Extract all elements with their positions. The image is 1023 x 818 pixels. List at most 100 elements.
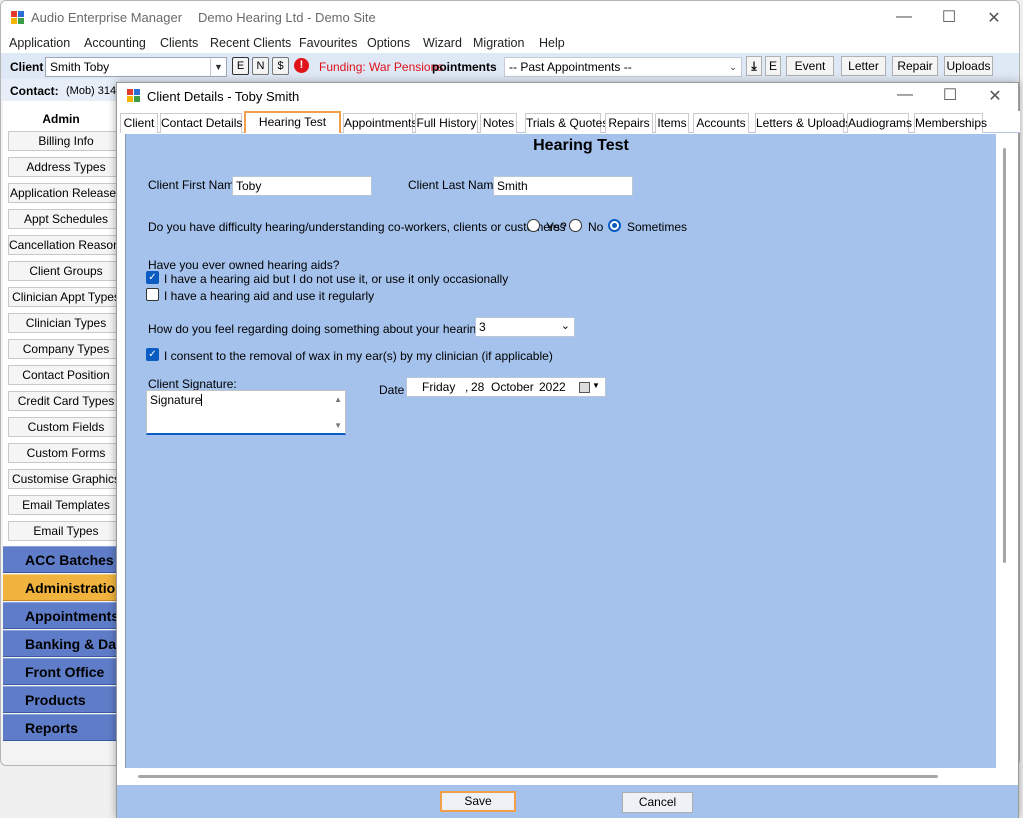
cancel-button[interactable]: Cancel	[622, 792, 693, 813]
q-feel-select[interactable]: 3 ⌄	[475, 317, 575, 337]
sidebar-item-email-templates[interactable]: Email Templates	[8, 495, 124, 515]
signature-field[interactable]: Signature ▲ ▼	[146, 390, 346, 435]
sidebar-item-cancellation-reasons[interactable]: Cancellation Reasons	[8, 235, 124, 255]
uploads-button[interactable]: Uploads	[944, 56, 993, 76]
client-label: Client	[10, 60, 44, 74]
consent-label: I consent to the removal of wax in my ea…	[164, 349, 553, 363]
first-name-field[interactable]: Toby	[232, 176, 372, 196]
q-difficulty-yes-radio[interactable]	[527, 219, 540, 232]
tab-contact-details[interactable]: Contact Details	[160, 113, 242, 133]
tab-notes[interactable]: Notes	[480, 113, 517, 133]
signature-label: Client Signature:	[148, 377, 237, 391]
save-button[interactable]: Save	[440, 791, 516, 812]
tab-client[interactable]: Client	[120, 113, 158, 133]
consent-checkbox[interactable]: ✓	[146, 348, 159, 361]
nav-reports[interactable]: Reports	[3, 714, 121, 741]
client-select[interactable]: Smith Toby ▼	[45, 57, 227, 77]
client-select-value: Smith Toby	[50, 60, 110, 74]
sidebar-item-appt-schedules[interactable]: Appt Schedules	[8, 209, 124, 229]
vertical-scrollbar[interactable]	[996, 134, 1014, 768]
client-dollar-button[interactable]: $	[272, 57, 289, 75]
sidebar-item-address-types[interactable]: Address Types	[8, 157, 124, 177]
sidebar-item-client-groups[interactable]: Client Groups	[8, 261, 124, 281]
minimize-icon[interactable]: —	[889, 8, 919, 26]
tab-full-history[interactable]: Full History	[415, 113, 478, 133]
last-name-field[interactable]: Smith	[493, 176, 633, 196]
menu-help[interactable]: Help	[539, 36, 565, 50]
last-name-label: Client Last Name	[408, 178, 501, 192]
dialog-app-icon	[127, 89, 141, 103]
sidebar-item-application-releases[interactable]: Application Releases	[8, 183, 124, 203]
tab-letters-uploads[interactable]: Letters & Uploads	[755, 113, 851, 133]
client-n-button[interactable]: N	[252, 57, 269, 75]
q-owned-label: Have you ever owned hearing aids?	[148, 258, 340, 272]
nav-appointments[interactable]: Appointments	[3, 602, 121, 629]
q-owned-opt1-label: I have a hearing aid but I do not use it…	[164, 272, 509, 286]
nav-banking-daily[interactable]: Banking & Daily	[3, 630, 121, 657]
menu-favourites[interactable]: Favourites	[299, 36, 357, 50]
funding-text: Funding: War Pensions	[319, 60, 444, 74]
nav-administration[interactable]: Administration	[3, 574, 121, 601]
chevron-down-icon[interactable]: ▼	[592, 381, 600, 390]
q-owned-opt2-checkbox[interactable]	[146, 288, 159, 301]
download-icon[interactable]: ⤓	[746, 56, 762, 76]
menu-options[interactable]: Options	[367, 36, 410, 50]
toolbar-e-button[interactable]: E	[765, 56, 781, 76]
menu-migration[interactable]: Migration	[473, 36, 524, 50]
sidebar-item-company-types[interactable]: Company Types	[8, 339, 124, 359]
scroll-down-icon[interactable]: ▼	[334, 421, 342, 430]
date-picker[interactable]: Friday , 28 October 2022 ▼	[406, 377, 606, 397]
repair-button[interactable]: Repair	[892, 56, 938, 76]
calendar-icon[interactable]	[579, 382, 590, 393]
tab-accounts[interactable]: Accounts	[693, 113, 749, 133]
tab-trials-quotes[interactable]: Trials & Quotes	[525, 113, 608, 133]
sidebar-item-clinician-types[interactable]: Clinician Types	[8, 313, 124, 333]
tab-audiograms[interactable]: Audiograms	[847, 113, 912, 133]
sidebar-item-custom-forms[interactable]: Custom Forms	[8, 443, 124, 463]
sidebar-item-billing-info[interactable]: Billing Info	[8, 131, 124, 151]
menu-clients[interactable]: Clients	[160, 36, 198, 50]
date-separator: ,	[465, 380, 469, 394]
maximize-icon[interactable]: ☐	[935, 85, 965, 105]
sidebar-item-credit-card-types[interactable]: Credit Card Types	[8, 391, 124, 411]
q-difficulty-no-radio[interactable]	[569, 219, 582, 232]
scroll-up-icon[interactable]: ▲	[334, 395, 342, 404]
chevron-down-icon[interactable]: ▼	[210, 58, 226, 76]
close-icon[interactable]: ✕	[980, 86, 1010, 106]
tab-repairs[interactable]: Repairs	[605, 113, 653, 133]
menu-accounting[interactable]: Accounting	[84, 36, 146, 50]
client-e-button[interactable]: E	[232, 57, 249, 75]
tab-appointments[interactable]: Appointments	[343, 113, 417, 133]
q-owned-opt1-checkbox[interactable]: ✓	[146, 271, 159, 284]
menu-wizard[interactable]: Wizard	[423, 36, 462, 50]
nav-acc-batches[interactable]: ACC Batches	[3, 546, 121, 573]
chevron-down-icon[interactable]: ⌄	[725, 58, 741, 76]
close-icon[interactable]: ✕	[979, 8, 1009, 28]
vertical-scroll-thumb[interactable]	[1003, 148, 1006, 563]
sidebar-item-email-types[interactable]: Email Types	[8, 521, 124, 541]
nav-front-office[interactable]: Front Office	[3, 658, 121, 685]
horizontal-scroll-thumb[interactable]	[138, 775, 938, 778]
past-appointments-select[interactable]: -- Past Appointments -- ⌄	[504, 57, 742, 77]
first-name-label: Client First Name	[148, 178, 241, 192]
q-difficulty-sometimes-radio[interactable]	[608, 219, 621, 232]
sidebar-item-custom-fields[interactable]: Custom Fields	[8, 417, 124, 437]
sidebar-item-customise-graphics[interactable]: Customise Graphics	[8, 469, 124, 489]
maximize-icon[interactable]: ☐	[934, 7, 964, 27]
chevron-down-icon[interactable]: ⌄	[561, 319, 570, 332]
sidebar-item-contact-position[interactable]: Contact Position	[8, 365, 124, 385]
letter-button[interactable]: Letter	[841, 56, 886, 76]
tab-hearing-test[interactable]: Hearing Test	[244, 111, 341, 133]
client-details-dialog: Client Details - Toby Smith — ☐ ✕ Client…	[116, 82, 1020, 818]
horizontal-scrollbar[interactable]	[120, 768, 1016, 785]
event-button[interactable]: Event	[786, 56, 834, 76]
menu-application[interactable]: Application	[9, 36, 70, 50]
menu-recent-clients[interactable]: Recent Clients	[210, 36, 291, 50]
sidebar-item-clinician-appt-types[interactable]: Clinician Appt Types	[8, 287, 124, 307]
tab-items[interactable]: Items	[655, 113, 689, 133]
q-difficulty-sometimes-label: Sometimes	[627, 220, 688, 234]
tab-memberships[interactable]: Memberships	[914, 113, 987, 133]
minimize-icon[interactable]: —	[890, 86, 920, 104]
q-owned-opt2-label: I have a hearing aid and use it regularl…	[164, 289, 375, 303]
nav-products[interactable]: Products	[3, 686, 121, 713]
